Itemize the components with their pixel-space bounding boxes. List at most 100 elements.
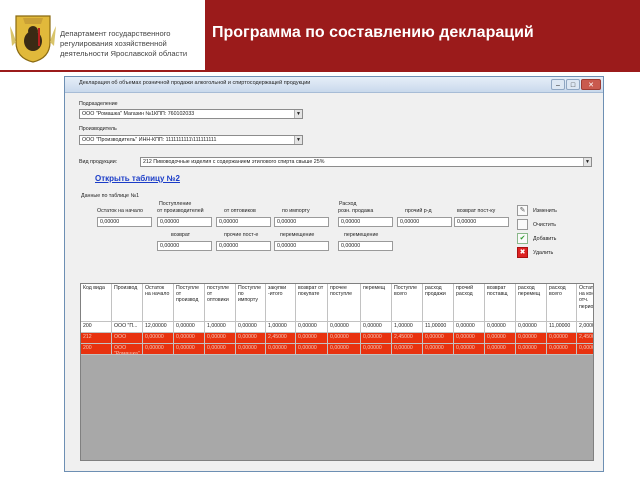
- grid-cell[interactable]: 0,00000: [236, 322, 266, 333]
- grid-cell[interactable]: 2,45000: [392, 333, 423, 344]
- grid-cell[interactable]: 0,00000: [485, 333, 516, 344]
- grid-cell[interactable]: 0,00000: [516, 344, 547, 355]
- grid-cell[interactable]: 0,00000: [143, 344, 174, 355]
- grid-column-header[interactable]: расход всего: [547, 284, 577, 322]
- opening-balance-field[interactable]: 0,00000: [97, 217, 152, 227]
- grid-column-header[interactable]: поступле от оптовики: [205, 284, 236, 322]
- grid-column-header[interactable]: возврат от покупате: [296, 284, 328, 322]
- edit-button[interactable]: ✎ Изменить: [517, 205, 577, 217]
- clear-icon: [517, 219, 528, 230]
- from-wholesalers-field[interactable]: 0,00000: [216, 217, 271, 227]
- grid-cell[interactable]: 0,00000: [454, 344, 485, 355]
- other-receipt-field[interactable]: 0,00000: [216, 241, 271, 251]
- declaration-data-grid[interactable]: Код вида Производ Остаток на начало Поступл…: [80, 283, 594, 461]
- grid-cell[interactable]: 0,00000: [454, 333, 485, 344]
- grid-cell[interactable]: 0,00000: [547, 344, 577, 355]
- from-wholesalers-label: от оптовиков: [224, 208, 256, 214]
- grid-cell[interactable]: 1,00000: [266, 322, 296, 333]
- transfer-in-field[interactable]: 0,00000: [274, 241, 329, 251]
- grid-cell[interactable]: 0,00000: [423, 333, 454, 344]
- grid-cell[interactable]: 0,00000: [547, 333, 577, 344]
- grid-cell[interactable]: 0,00000: [454, 322, 485, 333]
- window-titlebar[interactable]: Декларация об объемах розничной продажи …: [65, 77, 603, 93]
- grid-cell[interactable]: 0,00000: [296, 333, 328, 344]
- return-field[interactable]: 0,00000: [157, 241, 212, 251]
- retail-sale-field[interactable]: 0,00000: [338, 217, 393, 227]
- clear-button[interactable]: Очистить: [517, 219, 577, 231]
- return-to-supplier-field[interactable]: 0,00000: [454, 217, 509, 227]
- grid-column-header[interactable]: перемещ: [361, 284, 392, 322]
- product-type-select[interactable]: 212 Пивоводочные изделия с содержанием э…: [140, 157, 592, 167]
- grid-cell[interactable]: ООО: [112, 333, 143, 344]
- grid-column-header[interactable]: прочий расход: [454, 284, 485, 322]
- grid-cell[interactable]: 0,00000: [236, 333, 266, 344]
- grid-cell[interactable]: 0,00000: [392, 344, 423, 355]
- import-field[interactable]: 0,00000: [274, 217, 329, 227]
- grid-column-header[interactable]: расход продажи: [423, 284, 454, 322]
- grid-cell[interactable]: ООО "Ромашка": [112, 344, 143, 355]
- grid-cell[interactable]: 0,00000: [296, 344, 328, 355]
- grid-cell[interactable]: 200: [81, 344, 112, 355]
- grid-cell[interactable]: 12,00000: [143, 322, 174, 333]
- grid-column-header[interactable]: Производ: [112, 284, 143, 322]
- chevron-down-icon: ▼: [583, 158, 591, 166]
- grid-cell[interactable]: 1,00000: [392, 322, 423, 333]
- grid-cell[interactable]: 0,00000: [328, 333, 361, 344]
- grid-cell[interactable]: 0,00000: [361, 344, 392, 355]
- grid-cell[interactable]: 2,45000: [577, 333, 593, 344]
- transfer-out-label: перемещение: [344, 232, 379, 238]
- grid-cell[interactable]: 2,00000: [577, 322, 593, 333]
- grid-cell[interactable]: 0,00000: [485, 322, 516, 333]
- grid-cell[interactable]: 0,00000: [423, 344, 454, 355]
- subdivision-select[interactable]: ООО "Ромашка" Магазин №1КПП: 760102033 ▼: [79, 109, 303, 119]
- grid-cell[interactable]: ООО "П...: [112, 322, 143, 333]
- grid-cell[interactable]: 1,00000: [205, 322, 236, 333]
- grid-cell[interactable]: 0,00000: [205, 333, 236, 344]
- grid-column-header[interactable]: Код вида: [81, 284, 112, 322]
- grid-column-header[interactable]: Поступле по импорту: [236, 284, 266, 322]
- grid-cell[interactable]: 0,00000: [516, 333, 547, 344]
- minimize-button[interactable]: –: [551, 79, 565, 90]
- add-button[interactable]: ✔ Добавить: [517, 233, 577, 245]
- grid-cell[interactable]: 0,00000: [485, 344, 516, 355]
- producer-select[interactable]: ООО "Производитель" ИНН-КПП: 1111111111\…: [79, 135, 303, 145]
- from-producers-field[interactable]: 0,00000: [157, 217, 212, 227]
- delete-button[interactable]: ✖ Удалить: [517, 247, 577, 259]
- grid-cell[interactable]: 0,00000: [143, 333, 174, 344]
- maximize-button[interactable]: □: [566, 79, 580, 90]
- grid-cell[interactable]: 0,00000: [266, 344, 296, 355]
- grid-column-header[interactable]: возврат поставщ: [485, 284, 516, 322]
- grid-cell[interactable]: 11,00000: [547, 322, 577, 333]
- grid-column-header[interactable]: закупки -итого: [266, 284, 296, 322]
- other-expense-field[interactable]: 0,00000: [397, 217, 452, 227]
- grid-cell[interactable]: 0,00000: [174, 333, 205, 344]
- grid-column-header[interactable]: Поступле всего: [392, 284, 423, 322]
- grid-cell[interactable]: 0,00000: [174, 322, 205, 333]
- grid-cell[interactable]: 0,00000: [296, 322, 328, 333]
- grid-column-header[interactable]: прочее поступле: [328, 284, 361, 322]
- grid-cell[interactable]: 0,00000: [328, 344, 361, 355]
- grid-cell[interactable]: 0,00000: [577, 344, 593, 355]
- grid-cell[interactable]: 0,00000: [361, 333, 392, 344]
- grid-column-header[interactable]: Остаток на конец отч. период: [577, 284, 593, 322]
- transfer-out-field[interactable]: 0,00000: [338, 241, 393, 251]
- grid-cell[interactable]: 0,00000: [328, 322, 361, 333]
- grid-cell[interactable]: 212: [81, 333, 112, 344]
- delete-x-icon: ✖: [517, 247, 528, 258]
- grid-column-header[interactable]: расход перемещ: [516, 284, 547, 322]
- grid-column-header[interactable]: Остаток на начало: [143, 284, 174, 322]
- grid-cell[interactable]: 0,00000: [174, 344, 205, 355]
- window-title: Декларация об объемах розничной продажи …: [79, 80, 311, 86]
- grid-cell[interactable]: 0,00000: [516, 322, 547, 333]
- open-table-2-link[interactable]: Открыть таблицу №2: [95, 174, 180, 183]
- close-button[interactable]: ✕: [581, 79, 601, 90]
- grid-cell[interactable]: 0,00000: [205, 344, 236, 355]
- chevron-down-icon: ▼: [294, 110, 302, 118]
- grid-cell[interactable]: 11,00000: [423, 322, 454, 333]
- grid-cell[interactable]: 0,00000: [361, 322, 392, 333]
- grid-cell[interactable]: 2,45000: [266, 333, 296, 344]
- grid-column-header[interactable]: Поступле от производ: [174, 284, 205, 322]
- header-divider: [0, 70, 640, 72]
- grid-cell[interactable]: 200: [81, 322, 112, 333]
- grid-cell[interactable]: 0,00000: [236, 344, 266, 355]
